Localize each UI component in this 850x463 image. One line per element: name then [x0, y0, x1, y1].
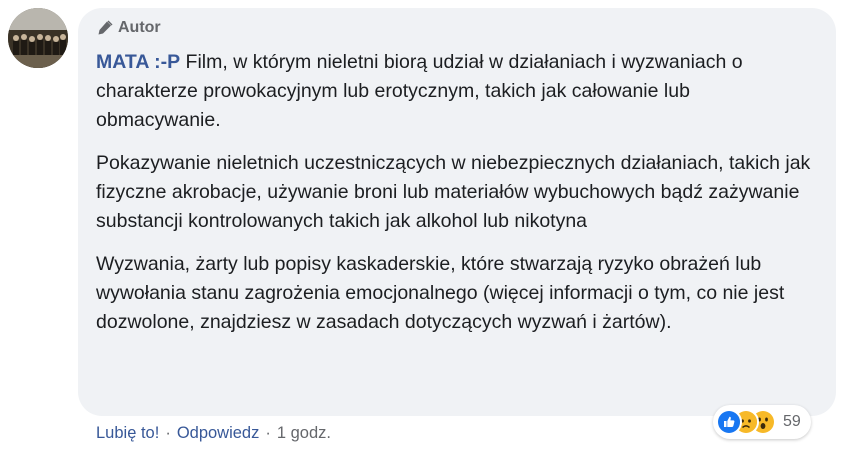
comment-paragraph-text: Film, w którym nieletni biorą udział w d… [96, 51, 743, 131]
user-avatar[interactable] [8, 8, 68, 68]
like-icon [716, 409, 742, 435]
author-badge: Autor [96, 18, 161, 38]
comment-actions: Lubię to! · Odpowiedz · 1 godz. [96, 424, 331, 443]
comment-paragraph: MATA :-P Film, w którym nieletni biorą u… [96, 48, 818, 135]
reply-button[interactable]: Odpowiedz [177, 424, 260, 443]
author-name-link[interactable]: MATA :-P [96, 51, 180, 73]
reactions-summary[interactable]: 59 [713, 405, 811, 439]
comment-paragraph: Pokazywanie nieletnich uczestniczących w… [96, 152, 811, 232]
comment-paragraph: Wyzwania, żarty lub popisy kaskaderskie,… [96, 253, 785, 333]
separator: · [265, 424, 271, 442]
comment-timestamp[interactable]: 1 godz. [277, 424, 331, 443]
author-badge-label: Autor [118, 19, 161, 36]
comment-thread: Autor MATA :-P Film, w którym nieletni b… [0, 0, 850, 463]
pencil-icon [96, 20, 114, 36]
separator: · [165, 424, 171, 442]
reaction-count: 59 [783, 413, 801, 430]
comment-body: MATA :-P Film, w którym nieletni biorą u… [96, 48, 818, 351]
like-button[interactable]: Lubię to! [96, 424, 159, 443]
